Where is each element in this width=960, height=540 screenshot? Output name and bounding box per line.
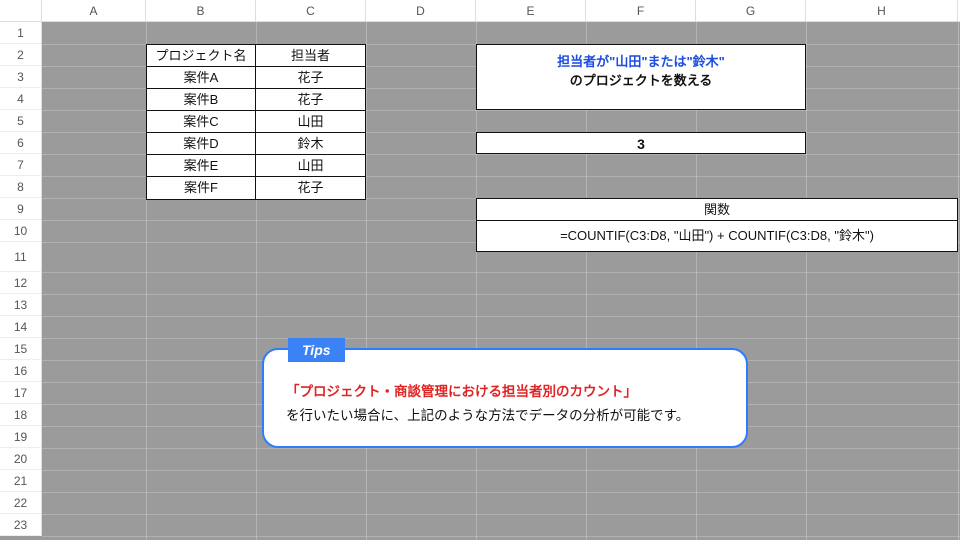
cell-owner[interactable]: 花子 (256, 67, 365, 89)
row-header-12[interactable]: 12 (0, 272, 41, 294)
row-header-16[interactable]: 16 (0, 360, 41, 382)
table-row: 案件B花子 (147, 89, 365, 111)
tips-callout: Tips「プロジェクト・商談管理における担当者別のカウント」を行いたい場合に、上… (262, 348, 748, 448)
table-row: 案件E山田 (147, 155, 365, 177)
formula-header[interactable]: 関数 (477, 199, 957, 221)
select-all-cell[interactable] (0, 0, 42, 21)
table-row: 案件C山田 (147, 111, 365, 133)
col-header-H[interactable]: H (806, 0, 958, 21)
row-headers: 1234567891011121314151617181920212223 (0, 22, 42, 536)
row-header-15[interactable]: 15 (0, 338, 41, 360)
cell-project[interactable]: 案件F (147, 177, 256, 199)
tips-label: Tips (288, 338, 345, 362)
cell-project[interactable]: 案件D (147, 133, 256, 155)
table-row: 案件F花子 (147, 177, 365, 199)
column-headers: ABCDEFGH (0, 0, 960, 22)
row-header-14[interactable]: 14 (0, 316, 41, 338)
row-header-23[interactable]: 23 (0, 514, 41, 536)
cell-owner[interactable]: 鈴木 (256, 133, 365, 155)
row-header-4[interactable]: 4 (0, 88, 41, 110)
col-header-A[interactable]: A (42, 0, 146, 21)
row-header-21[interactable]: 21 (0, 470, 41, 492)
cell-owner[interactable]: 花子 (256, 177, 365, 199)
row-header-19[interactable]: 19 (0, 426, 41, 448)
row-header-5[interactable]: 5 (0, 110, 41, 132)
row-header-11[interactable]: 11 (0, 242, 41, 272)
col-header-owner[interactable]: 担当者 (256, 45, 365, 67)
row-header-3[interactable]: 3 (0, 66, 41, 88)
cell-project[interactable]: 案件C (147, 111, 256, 133)
cell-owner[interactable]: 花子 (256, 89, 365, 111)
col-header-F[interactable]: F (586, 0, 696, 21)
formula-body[interactable]: =COUNTIF(C3:D8, "山田") + COUNTIF(C3:D8, "… (477, 221, 957, 251)
col-header-project[interactable]: プロジェクト名 (147, 45, 256, 67)
row-header-10[interactable]: 10 (0, 220, 41, 242)
cell-project[interactable]: 案件B (147, 89, 256, 111)
row-header-7[interactable]: 7 (0, 154, 41, 176)
row-header-22[interactable]: 22 (0, 492, 41, 514)
row-header-17[interactable]: 17 (0, 382, 41, 404)
cell-owner[interactable]: 山田 (256, 155, 365, 177)
count-desc-line1: 担当者が"山田"または"鈴木" (477, 51, 805, 70)
table-row: 案件A花子 (147, 67, 365, 89)
row-header-18[interactable]: 18 (0, 404, 41, 426)
row-header-13[interactable]: 13 (0, 294, 41, 316)
count-desc-line2: のプロジェクトを数える (477, 70, 805, 89)
row-header-8[interactable]: 8 (0, 176, 41, 198)
col-header-G[interactable]: G (696, 0, 806, 21)
count-description-box: 担当者が"山田"または"鈴木"のプロジェクトを数える (476, 44, 806, 110)
project-table: プロジェクト名担当者案件A花子案件B花子案件C山田案件D鈴木案件E山田案件F花子 (146, 44, 366, 200)
row-header-20[interactable]: 20 (0, 448, 41, 470)
col-header-E[interactable]: E (476, 0, 586, 21)
col-header-D[interactable]: D (366, 0, 476, 21)
table-row: 案件D鈴木 (147, 133, 365, 155)
row-header-1[interactable]: 1 (0, 22, 41, 44)
row-header-9[interactable]: 9 (0, 198, 41, 220)
row-header-2[interactable]: 2 (0, 44, 41, 66)
col-header-C[interactable]: C (256, 0, 366, 21)
cell-owner[interactable]: 山田 (256, 111, 365, 133)
tips-headline: 「プロジェクト・商談管理における担当者別のカウント」 (286, 380, 724, 400)
row-header-6[interactable]: 6 (0, 132, 41, 154)
col-header-B[interactable]: B (146, 0, 256, 21)
cell-project[interactable]: 案件A (147, 67, 256, 89)
formula-table: 関数=COUNTIF(C3:D8, "山田") + COUNTIF(C3:D8,… (476, 198, 958, 252)
tips-body: を行いたい場合に、上記のような方法でデータの分析が可能です。 (286, 404, 724, 424)
cell-project[interactable]: 案件E (147, 155, 256, 177)
count-result[interactable]: 3 (476, 132, 806, 154)
